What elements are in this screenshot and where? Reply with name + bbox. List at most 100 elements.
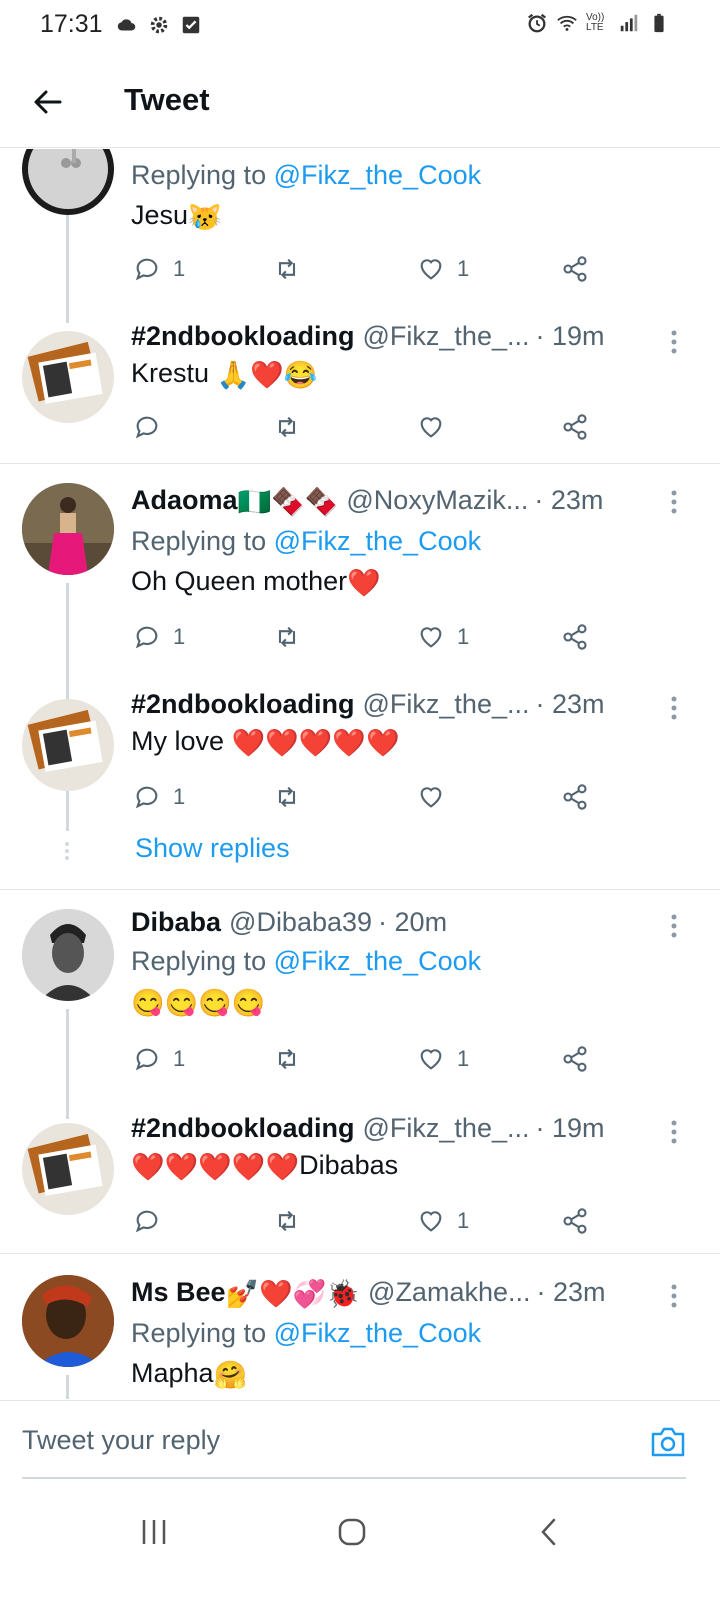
avatar[interactable]	[22, 149, 114, 215]
like-button[interactable]	[417, 413, 445, 441]
top-app-bar: Tweet	[0, 56, 720, 148]
reply-icon	[135, 786, 158, 809]
like-icon	[420, 417, 442, 438]
system-nav-bar	[0, 1490, 720, 1600]
avatar[interactable]	[22, 331, 114, 423]
share-button[interactable]	[561, 1045, 589, 1073]
more-vertical-icon[interactable]	[670, 695, 678, 721]
thread-line	[66, 1375, 69, 1399]
reply-input[interactable]: Tweet your reply	[22, 1425, 220, 1456]
retweet-icon	[278, 1048, 296, 1070]
reply-button[interactable]	[133, 1207, 161, 1235]
more-vertical-icon[interactable]	[670, 489, 678, 515]
display-name[interactable]: Dibaba	[131, 905, 221, 939]
retweet-button[interactable]	[273, 1045, 301, 1073]
share-icon	[563, 414, 587, 440]
share-button[interactable]	[561, 255, 589, 283]
reply-button[interactable]: 1	[133, 255, 185, 283]
back-arrow-icon[interactable]	[30, 84, 66, 120]
tweet-time: · 20m	[378, 907, 448, 937]
retweet-button[interactable]	[273, 255, 301, 283]
more-vertical-icon[interactable]	[670, 1283, 678, 1309]
tweet-item[interactable]: #2ndbookloading @Fikz_the_... · 23m My l…	[0, 687, 720, 887]
more-vertical-icon[interactable]	[670, 1119, 678, 1145]
more-vertical-icon[interactable]	[670, 913, 678, 939]
like-icon	[420, 787, 442, 808]
retweet-button[interactable]	[273, 413, 301, 441]
user-handle: @Dibaba39	[229, 907, 373, 937]
retweet-icon	[278, 258, 296, 280]
retweet-icon	[278, 1210, 296, 1232]
reply-button[interactable]	[133, 413, 161, 441]
reply-button[interactable]: 1	[133, 1045, 185, 1073]
avatar[interactable]	[22, 909, 114, 1001]
retweet-button[interactable]	[273, 1207, 301, 1235]
reply-composer[interactable]: Tweet your reply	[0, 1400, 720, 1479]
like-button[interactable]: 1	[417, 623, 469, 651]
retweet-icon	[278, 626, 296, 648]
cloud-icon	[117, 19, 136, 31]
tweet-time: · 23m	[536, 1277, 606, 1307]
tweet-text: Jesu😿	[131, 200, 222, 232]
divider	[0, 1253, 720, 1254]
replying-handle-link[interactable]: @Fikz_the_Cook	[274, 1318, 482, 1348]
display-name[interactable]: #2ndbookloading	[131, 319, 355, 353]
replying-handle-link[interactable]: @Fikz_the_Cook	[274, 526, 482, 556]
tweet-item[interactable]: #2ndbookloading @Fikz_the_... · 19m Kres…	[0, 317, 720, 463]
replying-handle-link[interactable]: @Fikz_the_Cook	[274, 160, 482, 190]
home-icon[interactable]	[332, 1512, 372, 1552]
thread-line	[66, 791, 69, 831]
camera-icon[interactable]	[650, 1425, 686, 1459]
replies-feed[interactable]: Replying to @Fikz_the_Cook Jesu😿 1 1 #2n…	[0, 149, 720, 1399]
tweet-item[interactable]: Adaoma🇳🇬🍫🍫 @NoxyMazik... · 23m Replying …	[0, 481, 720, 699]
tweet-time: · 19m	[535, 321, 605, 351]
share-button[interactable]	[561, 1207, 589, 1235]
user-handle: @Zamakhe...	[368, 1277, 531, 1307]
share-button[interactable]	[561, 623, 589, 651]
like-button[interactable]: 1	[417, 255, 469, 283]
reply-icon	[135, 258, 158, 281]
share-button[interactable]	[561, 783, 589, 811]
avatar[interactable]	[22, 699, 114, 791]
like-button[interactable]: 1	[417, 1045, 469, 1073]
user-handle: @Fikz_the_...	[362, 1113, 530, 1143]
reply-button[interactable]: 1	[133, 623, 185, 651]
back-icon[interactable]	[530, 1512, 570, 1552]
tweet-header: #2ndbookloading @Fikz_the_... · 19m	[131, 1111, 680, 1145]
tweet-text: ❤️❤️❤️❤️❤️Dibabas	[131, 1150, 399, 1182]
replying-handle-link[interactable]: @Fikz_the_Cook	[274, 946, 482, 976]
tweet-item[interactable]: Replying to @Fikz_the_Cook Jesu😿 1 1	[0, 149, 720, 323]
lte-label: Vo)) LTE	[586, 12, 605, 33]
like-button[interactable]	[417, 783, 445, 811]
tweet-item[interactable]: Ms Bee💅❤️💞🐞 @Zamakhe... · 23m Replying t…	[0, 1275, 720, 1399]
display-name[interactable]: Adaoma🇳🇬🍫🍫	[131, 483, 338, 519]
avatar[interactable]	[22, 1123, 114, 1215]
retweet-button[interactable]	[273, 783, 301, 811]
share-icon	[563, 256, 587, 282]
share-button[interactable]	[561, 413, 589, 441]
tweet-text: Mapha🤗	[131, 1357, 248, 1390]
reply-button[interactable]: 1	[133, 783, 185, 811]
tweet-item[interactable]: Dibaba @Dibaba39 · 20m Replying to @Fikz…	[0, 905, 720, 1119]
settings-icon	[150, 16, 168, 34]
avatar[interactable]	[22, 483, 114, 575]
display-name[interactable]: #2ndbookloading	[131, 1111, 355, 1145]
tweet-item[interactable]: #2ndbookloading @Fikz_the_... · 19m ❤️❤️…	[0, 1111, 720, 1251]
retweet-button[interactable]	[273, 623, 301, 651]
reply-icon	[135, 626, 158, 649]
like-icon	[420, 259, 442, 280]
user-handle: @NoxyMazik...	[346, 485, 529, 515]
like-icon	[420, 627, 442, 648]
show-replies-link[interactable]: Show replies	[135, 833, 290, 864]
divider	[0, 463, 720, 464]
display-name[interactable]: #2ndbookloading	[131, 687, 355, 721]
tweet-time: · 19m	[535, 1113, 605, 1143]
battery-icon	[654, 13, 664, 33]
display-name[interactable]: Ms Bee💅❤️💞🐞	[131, 1275, 360, 1311]
thread-line	[66, 215, 69, 323]
more-vertical-icon[interactable]	[670, 329, 678, 355]
avatar[interactable]	[22, 1275, 114, 1367]
recent-apps-icon[interactable]	[134, 1512, 174, 1552]
tweet-header: #2ndbookloading @Fikz_the_... · 23m	[131, 687, 680, 721]
like-button[interactable]: 1	[417, 1207, 469, 1235]
